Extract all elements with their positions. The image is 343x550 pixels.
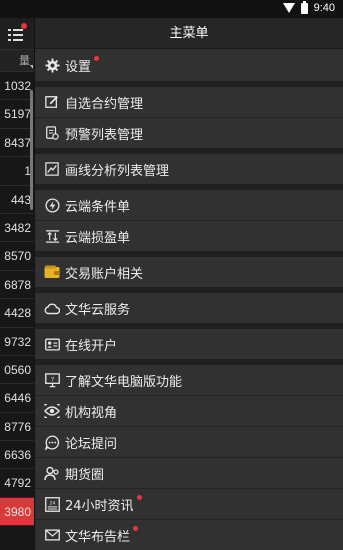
sort-icon — [30, 65, 33, 69]
mail-icon — [44, 527, 60, 543]
menu-item-institution-view[interactable]: 机构视角 — [35, 396, 343, 426]
list-value: 8570 — [4, 249, 31, 264]
list-value: 6446 — [4, 391, 31, 406]
menu-item-cloud-stop-profit[interactable]: 云端损盈单 — [35, 221, 343, 251]
svg-text:?: ? — [50, 375, 54, 383]
menu-item-trading-account[interactable]: 交易账户相关 — [35, 257, 343, 287]
monitor-icon: ? — [44, 372, 60, 388]
list-row[interactable]: 8437 — [0, 129, 34, 158]
list-value: 4428 — [4, 306, 31, 321]
menu-item-futures-circle[interactable]: 期货圈 — [35, 458, 343, 488]
list-value: 4792 — [4, 476, 31, 491]
notification-dot — [21, 23, 27, 29]
menu-item-settings[interactable]: 设置 — [35, 49, 343, 81]
menu-item-alert-list[interactable]: 预警列表管理 — [35, 118, 343, 148]
chat-icon — [44, 434, 60, 450]
notification-badge — [94, 55, 100, 61]
drawer-title: 主菜单 — [35, 18, 343, 49]
column-header-label: 量 — [19, 54, 30, 67]
menu-item-label: 24小时资讯 — [65, 498, 134, 514]
menu-item-bulletin-board[interactable]: 文华布告栏 — [35, 520, 343, 550]
list-value: 1032 — [4, 79, 31, 93]
menu-item-label: 论坛提问 — [65, 436, 118, 452]
list-value: 3980 — [4, 504, 31, 519]
list-row[interactable]: 3980 — [0, 497, 34, 527]
list-value: 9732 — [4, 334, 31, 349]
notification-badge — [136, 494, 142, 500]
status-bar: 9:40 — [0, 0, 343, 18]
id-card-icon — [44, 336, 60, 352]
left-header — [0, 18, 34, 50]
line-chart-icon — [44, 161, 60, 177]
menu-item-watchlist-manage[interactable]: 自选合约管理 — [35, 87, 343, 117]
cloud-icon — [44, 300, 60, 316]
eye-icon — [44, 403, 60, 419]
menu-item-cloud-service[interactable]: 文华云服务 — [35, 293, 343, 323]
menu-item-label: 期货圈 — [65, 467, 105, 483]
list-value: 8776 — [4, 419, 31, 434]
list-row[interactable]: 1032 — [0, 72, 34, 101]
list-value: 443 — [10, 192, 31, 207]
main-menu-drawer: 主菜单 设置 自选合约管理 预警列表管理 画线分析列表管理 云端条件单 云端损盈… — [34, 18, 343, 550]
background-quote-list: 量 1032 5197 8437 1 443 3482 8570 6878 44… — [0, 18, 34, 550]
list-row[interactable]: 443 — [0, 186, 34, 214]
menu-item-24h-news[interactable]: 24 24小时资讯 — [35, 489, 343, 519]
menu-item-label: 预警列表管理 — [65, 127, 144, 143]
status-time: 9:40 — [313, 2, 335, 14]
list-value: 5197 — [4, 107, 31, 122]
list-row[interactable]: 8776 — [0, 413, 34, 442]
menu-item-cloud-condition-order[interactable]: 云端条件单 — [35, 190, 343, 220]
battery-icon — [300, 0, 308, 14]
menu-item-label: 交易账户相关 — [65, 266, 144, 282]
menu-item-label: 了解文华电脑版功能 — [65, 374, 183, 390]
column-header[interactable]: 量 — [0, 50, 34, 72]
menu-item-label: 在线开户 — [65, 338, 118, 354]
list-row[interactable]: 9732 — [0, 328, 34, 356]
people-icon — [44, 465, 60, 481]
alert-list-icon — [44, 125, 60, 141]
menu-item-label: 机构视角 — [65, 405, 118, 421]
menu-item-label: 文华布告栏 — [65, 529, 131, 545]
menu-item-label: 云端损盈单 — [65, 230, 131, 246]
menu-item-label: 设置 — [65, 59, 92, 75]
menu-item-online-account-opening[interactable]: 在线开户 — [35, 329, 343, 359]
news-icon: 24 — [44, 496, 60, 512]
edit-icon — [44, 94, 60, 110]
menu-item-forum-question[interactable]: 论坛提问 — [35, 427, 343, 457]
menu-item-label: 自选合约管理 — [65, 96, 144, 112]
scrollbar-thumb[interactable] — [30, 90, 33, 210]
list-row[interactable]: 5197 — [0, 100, 34, 129]
list-row[interactable]: 1 — [0, 157, 34, 186]
list-value: 3482 — [4, 220, 31, 235]
list-value: 0560 — [4, 362, 31, 377]
gear-icon — [44, 57, 60, 73]
list-row[interactable]: 8570 — [0, 242, 34, 271]
menu-item-label: 文华云服务 — [65, 302, 131, 318]
list-row[interactable]: 3482 — [0, 214, 34, 243]
menu-item-drawing-analysis[interactable]: 画线分析列表管理 — [35, 154, 343, 184]
list-row[interactable]: 6446 — [0, 384, 34, 413]
menu-item-label: 画线分析列表管理 — [65, 163, 170, 179]
svg-text:24: 24 — [49, 500, 55, 506]
lightning-icon — [44, 197, 60, 213]
list-row[interactable]: 6636 — [0, 441, 34, 470]
list-row[interactable]: 4792 — [0, 469, 34, 498]
list-row[interactable]: 0560 — [0, 356, 34, 385]
stop-profit-icon — [44, 228, 60, 244]
list-value: 6878 — [4, 277, 31, 292]
menu-item-pc-version-features[interactable]: ? 了解文华电脑版功能 — [35, 365, 343, 395]
list-value: 8437 — [4, 135, 31, 150]
notification-badge — [133, 525, 139, 531]
wifi-icon — [282, 3, 295, 13]
list-row[interactable]: 6878 — [0, 271, 34, 300]
wallet-icon — [44, 264, 60, 280]
menu-item-label: 云端条件单 — [65, 199, 131, 215]
menu-button[interactable] — [7, 23, 27, 43]
list-row[interactable]: 4428 — [0, 299, 34, 328]
list-value: 6636 — [4, 448, 31, 463]
